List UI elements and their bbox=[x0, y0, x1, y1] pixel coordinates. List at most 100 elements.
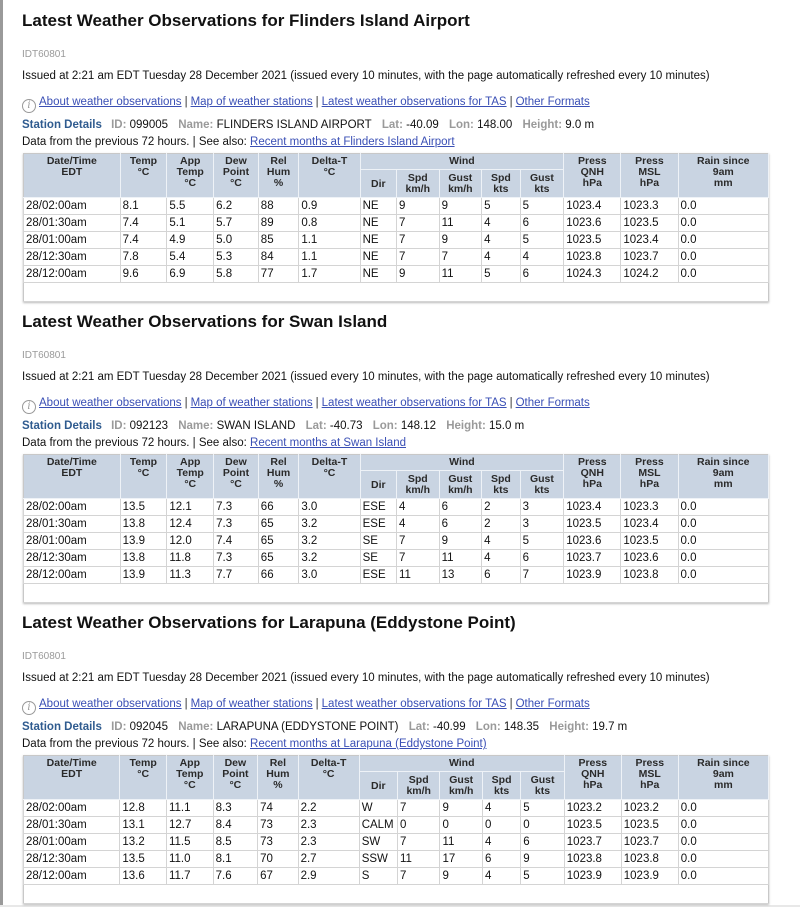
station-height: 19.7 m bbox=[592, 721, 628, 733]
data-from-note: Data from the previous 72 hours. | See a… bbox=[22, 738, 487, 750]
window-left-border bbox=[0, 0, 3, 907]
table-row: 28/02:00am 13.5 12.1 7.3 66 3.0 ESE 4 6 2 3 1023.4 1… bbox=[23, 498, 769, 516]
cell-delta-t: 0.8 bbox=[298, 214, 361, 232]
link-recent-months[interactable]: Recent months at Swan Island bbox=[250, 437, 406, 449]
cell-temp: 7.4 bbox=[119, 214, 168, 232]
cell-temp: 13.5 bbox=[119, 850, 167, 868]
data-from-text: Data from the previous 72 hours. | See a… bbox=[22, 437, 247, 449]
cell-rain: 0.0 bbox=[677, 850, 770, 868]
cell-wind-spd-kmh: 4 bbox=[395, 498, 440, 516]
info-icon: i bbox=[22, 400, 36, 414]
cell-wind-gust-kmh: 7 bbox=[438, 248, 483, 266]
link-other-formats[interactable]: Other Formats bbox=[516, 698, 590, 710]
cell-wind-dir: NE bbox=[359, 214, 397, 232]
cell-temp: 13.6 bbox=[119, 867, 167, 885]
cell-rel-hum: 66 bbox=[257, 498, 300, 516]
cell-date-time: 28/02:00am bbox=[22, 799, 121, 817]
cell-wind-gust-kts: 5 bbox=[519, 532, 565, 550]
col-rel-hum: Rel Hum% bbox=[258, 454, 300, 499]
cell-date-time: 28/02:00am bbox=[23, 498, 121, 516]
product-id: IDT60801 bbox=[22, 350, 66, 361]
cell-press-qnh: 1023.6 bbox=[563, 532, 622, 550]
cell-wind-gust-kmh: 6 bbox=[438, 515, 483, 533]
cell-wind-spd-kmh: 7 bbox=[395, 214, 440, 232]
cell-delta-t: 3.0 bbox=[298, 498, 361, 516]
cell-date-time: 28/01:00am bbox=[22, 833, 121, 851]
station-lat: -40.09 bbox=[406, 119, 439, 131]
link-about-observations[interactable]: About weather observations bbox=[39, 698, 182, 710]
link-recent-months[interactable]: Recent months at Flinders Island Airport bbox=[250, 136, 455, 148]
col-press-qnh: Press QNH hPa bbox=[563, 454, 622, 499]
data-from-note: Data from the previous 72 hours. | See a… bbox=[22, 437, 406, 449]
cell-wind-dir: W bbox=[358, 799, 398, 817]
link-map-of-stations[interactable]: Map of weather stations bbox=[191, 698, 313, 710]
cell-press-qnh: 1023.9 bbox=[563, 566, 622, 584]
cell-wind-spd-kmh: 11 bbox=[396, 850, 441, 868]
cell-wind-dir: SW bbox=[358, 833, 398, 851]
link-other-formats[interactable]: Other Formats bbox=[516, 96, 590, 108]
cell-wind-dir: NE bbox=[359, 197, 397, 215]
cell-wind-gust-kts: 7 bbox=[519, 566, 565, 584]
cell-dew-point: 8.5 bbox=[212, 833, 259, 851]
table-row: 28/01:00am 13.2 11.5 8.5 73 2.3 SW 7 11 4 6 1023.7 1… bbox=[22, 833, 770, 851]
header-line: hPa bbox=[639, 177, 660, 189]
cell-press-qnh: 1023.5 bbox=[563, 515, 622, 533]
header-line: kts bbox=[494, 785, 510, 797]
link-map-of-stations[interactable]: Map of weather stations bbox=[191, 96, 313, 108]
cell-wind-dir: SE bbox=[359, 549, 397, 567]
cell-temp: 13.9 bbox=[119, 566, 168, 584]
cell-rel-hum: 66 bbox=[257, 566, 300, 584]
info-links: i About weather observations | Map of weath… bbox=[22, 397, 590, 414]
cell-press-qnh: 1024.3 bbox=[563, 265, 622, 283]
cell-press-qnh: 1023.8 bbox=[563, 248, 622, 266]
cell-rain: 0.0 bbox=[677, 248, 769, 266]
cell-press-qnh: 1023.7 bbox=[563, 833, 622, 851]
col-group-wind: Wind bbox=[360, 454, 565, 471]
section-title: Latest Weather Observations for Flinders… bbox=[22, 11, 470, 30]
link-other-formats[interactable]: Other Formats bbox=[516, 397, 590, 409]
table-footer-cell bbox=[23, 884, 769, 904]
cell-wind-spd-kmh: 11 bbox=[395, 566, 440, 584]
station-height: 15.0 m bbox=[489, 420, 525, 432]
header-line: °C bbox=[184, 478, 197, 490]
cell-date-time: 28/01:00am bbox=[23, 231, 121, 249]
cell-press-qnh: 1023.4 bbox=[563, 498, 622, 516]
cell-rel-hum: 70 bbox=[257, 850, 299, 868]
cell-dew-point: 6.2 bbox=[213, 197, 259, 215]
cell-press-msl: 1023.2 bbox=[620, 799, 679, 817]
link-separator: | bbox=[184, 698, 188, 710]
link-map-of-stations[interactable]: Map of weather stations bbox=[191, 397, 313, 409]
link-latest-tas[interactable]: Latest weather observations for TAS bbox=[322, 698, 507, 710]
col-rain: Rain since 9am mm bbox=[678, 454, 769, 499]
cell-app-temp: 11.1 bbox=[165, 799, 214, 817]
cell-rain: 0.0 bbox=[677, 566, 769, 584]
link-about-observations[interactable]: About weather observations bbox=[39, 96, 182, 108]
cell-wind-spd-kmh: 7 bbox=[395, 549, 440, 567]
observations-table: Date/Time EDT Temp °C App Temp °C Dew Point °C… bbox=[23, 454, 769, 603]
col-wind-gust-kts: Gust kts bbox=[520, 169, 565, 198]
link-recent-months[interactable]: Recent months at Larapuna (Eddystone Poi… bbox=[250, 738, 487, 750]
cell-delta-t: 3.2 bbox=[298, 515, 361, 533]
header-line: % bbox=[273, 478, 284, 490]
header-line: kts bbox=[534, 183, 550, 195]
cell-wind-spd-kts: 4 bbox=[481, 532, 521, 550]
observations-table: Date/Time EDT Temp °C App Temp °C Dew Point °C… bbox=[23, 153, 769, 302]
col-wind-gust-kts: Gust kts bbox=[520, 771, 565, 800]
link-about-observations[interactable]: About weather observations bbox=[39, 397, 182, 409]
cell-app-temp: 5.1 bbox=[166, 214, 215, 232]
cell-wind-spd-kts: 4 bbox=[481, 248, 521, 266]
cell-app-temp: 5.4 bbox=[166, 248, 215, 266]
col-temp: Temp °C bbox=[120, 454, 168, 499]
header-line: EDT bbox=[61, 166, 83, 178]
header-line: km/h bbox=[406, 785, 431, 797]
header-line: % bbox=[273, 177, 284, 189]
station-id-label: ID: bbox=[111, 420, 127, 432]
header-line: kts bbox=[493, 484, 509, 496]
link-latest-tas[interactable]: Latest weather observations for TAS bbox=[322, 96, 507, 108]
cell-press-qnh: 1023.6 bbox=[563, 214, 622, 232]
cell-wind-spd-kts: 4 bbox=[481, 867, 522, 885]
cell-temp: 7.8 bbox=[119, 248, 168, 266]
link-latest-tas[interactable]: Latest weather observations for TAS bbox=[322, 397, 507, 409]
cell-press-msl: 1023.5 bbox=[620, 532, 679, 550]
cell-rel-hum: 65 bbox=[257, 532, 300, 550]
